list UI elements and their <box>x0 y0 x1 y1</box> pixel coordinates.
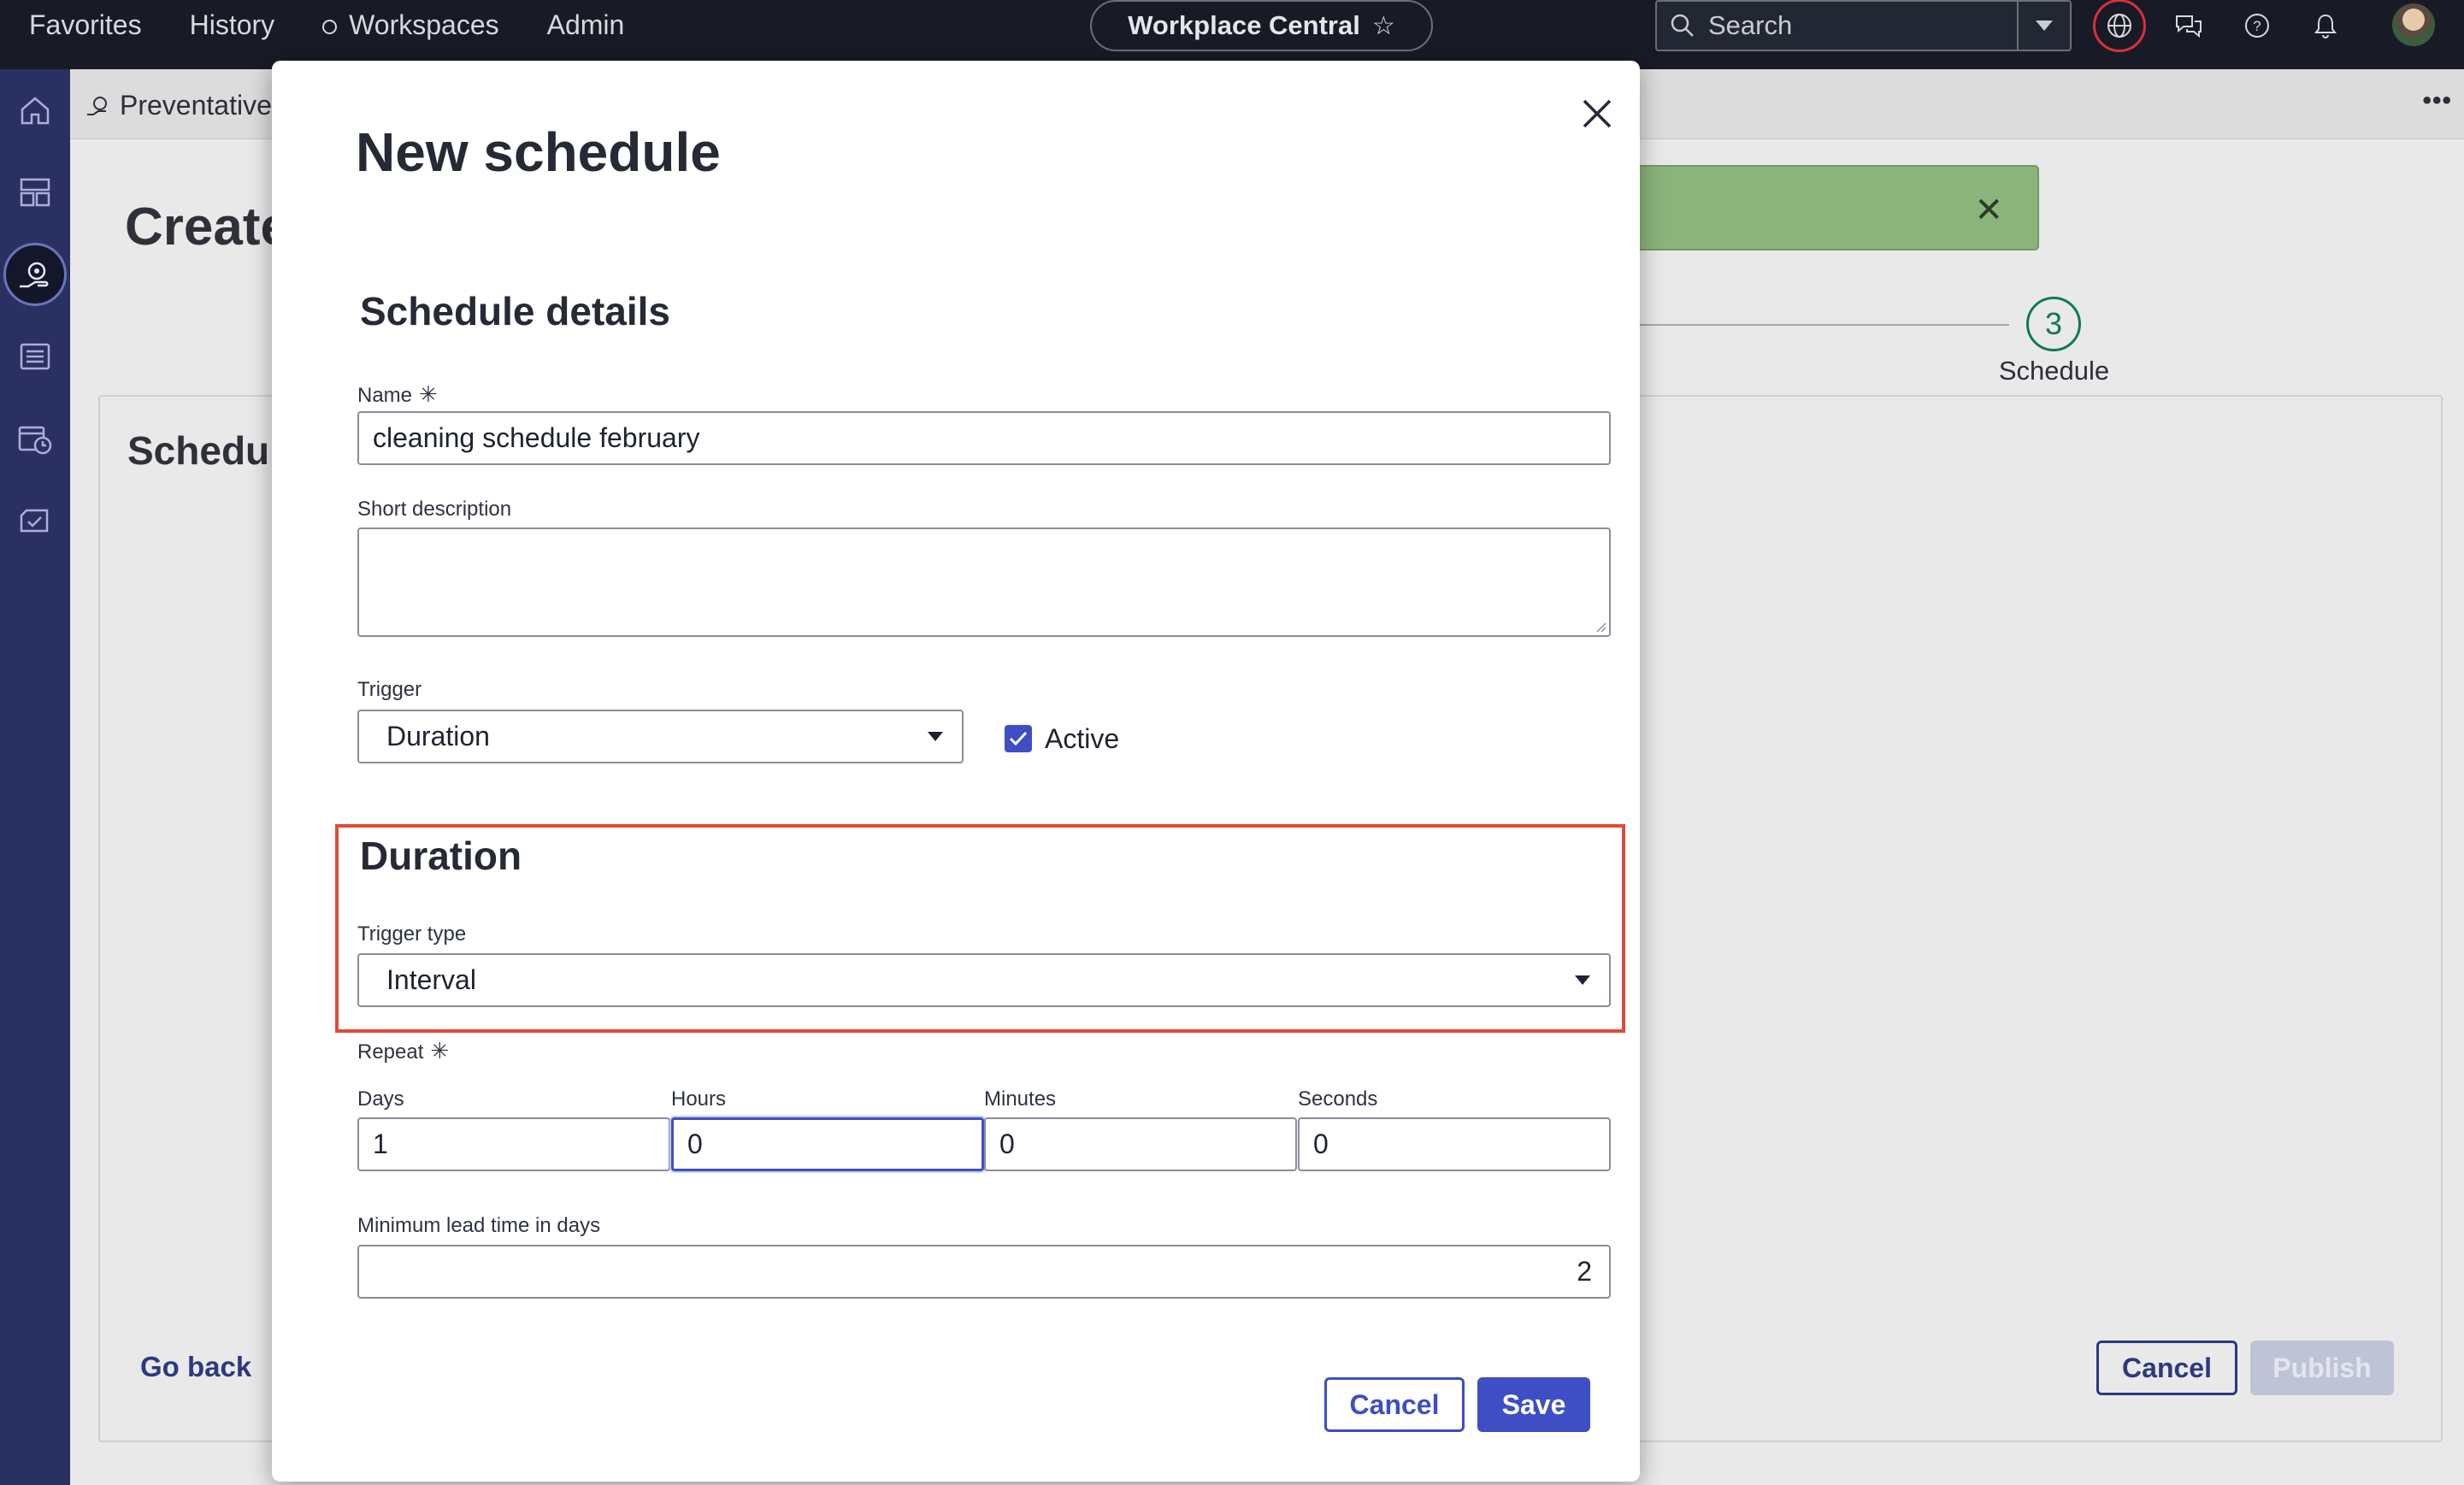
required-icon: ✳ <box>419 381 438 407</box>
global-search[interactable]: Search <box>1655 0 2072 51</box>
days-label: Days <box>357 1087 404 1111</box>
chevron-down-icon <box>928 731 943 741</box>
maintenance-active-bubble <box>3 243 67 306</box>
page-title: Create <box>125 197 290 256</box>
seconds-field[interactable]: 0 <box>1298 1117 1611 1171</box>
preventative-icon <box>87 96 107 115</box>
list-icon[interactable] <box>0 322 70 391</box>
top-bar: Favorites History Workspaces Admin Workp… <box>0 0 2464 69</box>
required-icon: ✳ <box>430 1038 450 1064</box>
dashboard-icon[interactable] <box>0 158 70 227</box>
globe-icon[interactable] <box>2093 0 2146 52</box>
save-button[interactable]: Save <box>1477 1377 1590 1432</box>
duration-heading: Duration <box>360 834 522 878</box>
active-label[interactable]: Active <box>1045 723 1119 755</box>
go-back-button[interactable]: Go back <box>140 1351 251 1383</box>
search-scope-dropdown[interactable] <box>2017 2 2070 50</box>
chevron-down-icon <box>1575 975 1590 985</box>
step-3-indicator[interactable]: 3 <box>2026 297 2081 351</box>
top-nav: Favorites History Workspaces Admin <box>29 0 624 50</box>
left-rail <box>0 69 70 1485</box>
minimum-lead-time-field[interactable]: 2 <box>357 1245 1611 1299</box>
cancel-button[interactable]: Cancel <box>1324 1377 1465 1432</box>
hours-label: Hours <box>671 1087 727 1111</box>
svg-text:?: ? <box>2253 18 2261 34</box>
repeat-label: Repeat ✳ <box>357 1038 449 1064</box>
seconds-label: Seconds <box>1298 1087 1378 1111</box>
star-icon[interactable]: ☆ <box>1372 11 1395 41</box>
active-checkbox[interactable] <box>1005 725 1032 752</box>
search-input[interactable]: Search <box>1708 10 2017 41</box>
dialog-title: New schedule <box>356 121 721 183</box>
breadcrumb[interactable]: Preventative <box>85 90 272 121</box>
name-field[interactable]: cleaning schedule february <box>357 411 1611 465</box>
more-options-icon[interactable]: ••• <box>2422 86 2452 115</box>
trigger-select-value: Duration <box>386 721 490 751</box>
repeat-label-text: Repeat <box>357 1040 424 1064</box>
user-avatar[interactable] <box>2392 3 2435 46</box>
resize-grip-icon[interactable] <box>1593 619 1606 633</box>
success-banner: ✕ <box>1624 165 2039 250</box>
trigger-type-value: Interval <box>386 964 476 995</box>
inbox-check-icon[interactable] <box>0 486 70 555</box>
app-name-pill[interactable]: Workplace Central ☆ <box>1090 0 1433 51</box>
nav-workspaces-label: Workspaces <box>349 9 499 40</box>
hours-field[interactable]: 0 <box>671 1117 984 1171</box>
bell-icon[interactable] <box>2303 3 2348 48</box>
publish-button[interactable]: Publish <box>2250 1341 2394 1395</box>
nav-workspaces[interactable]: Workspaces <box>322 9 499 41</box>
maintenance-icon[interactable] <box>0 240 70 309</box>
close-icon[interactable] <box>1570 86 1624 141</box>
banner-close-icon[interactable]: ✕ <box>1974 191 2003 230</box>
home-icon[interactable] <box>0 76 70 144</box>
trigger-type-label: Trigger type <box>357 922 467 946</box>
breadcrumb-label: Preventative <box>120 90 272 121</box>
schedule-details-heading: Schedule details <box>360 289 671 333</box>
nav-admin[interactable]: Admin <box>547 9 625 41</box>
days-field[interactable]: 1 <box>357 1117 670 1171</box>
workspace-circle-icon <box>322 19 338 34</box>
step-3-label: Schedule <box>1998 356 2110 386</box>
minimum-lead-time-label: Minimum lead time in days <box>357 1214 601 1237</box>
name-label: Name ✳ <box>357 381 438 408</box>
checkmark-icon <box>1009 731 1028 746</box>
chat-icon[interactable] <box>2166 3 2211 48</box>
minutes-label: Minutes <box>984 1087 1057 1111</box>
help-icon[interactable]: ? <box>2235 3 2279 48</box>
app-name: Workplace Central <box>1128 10 1360 40</box>
minutes-field[interactable]: 0 <box>984 1117 1297 1171</box>
name-label-text: Name <box>357 384 413 407</box>
short-description-field[interactable] <box>357 527 1611 637</box>
calendar-clock-icon[interactable] <box>0 404 70 473</box>
page-cancel-button[interactable]: Cancel <box>2096 1341 2237 1395</box>
trigger-select[interactable]: Duration <box>357 710 964 763</box>
short-description-label: Short description <box>357 498 512 521</box>
search-icon <box>1657 13 1708 38</box>
nav-history[interactable]: History <box>190 9 275 41</box>
nav-favorites[interactable]: Favorites <box>29 9 142 41</box>
trigger-label: Trigger <box>357 678 422 701</box>
stepper-line <box>1624 324 2009 326</box>
trigger-type-select[interactable]: Interval <box>357 953 1611 1007</box>
